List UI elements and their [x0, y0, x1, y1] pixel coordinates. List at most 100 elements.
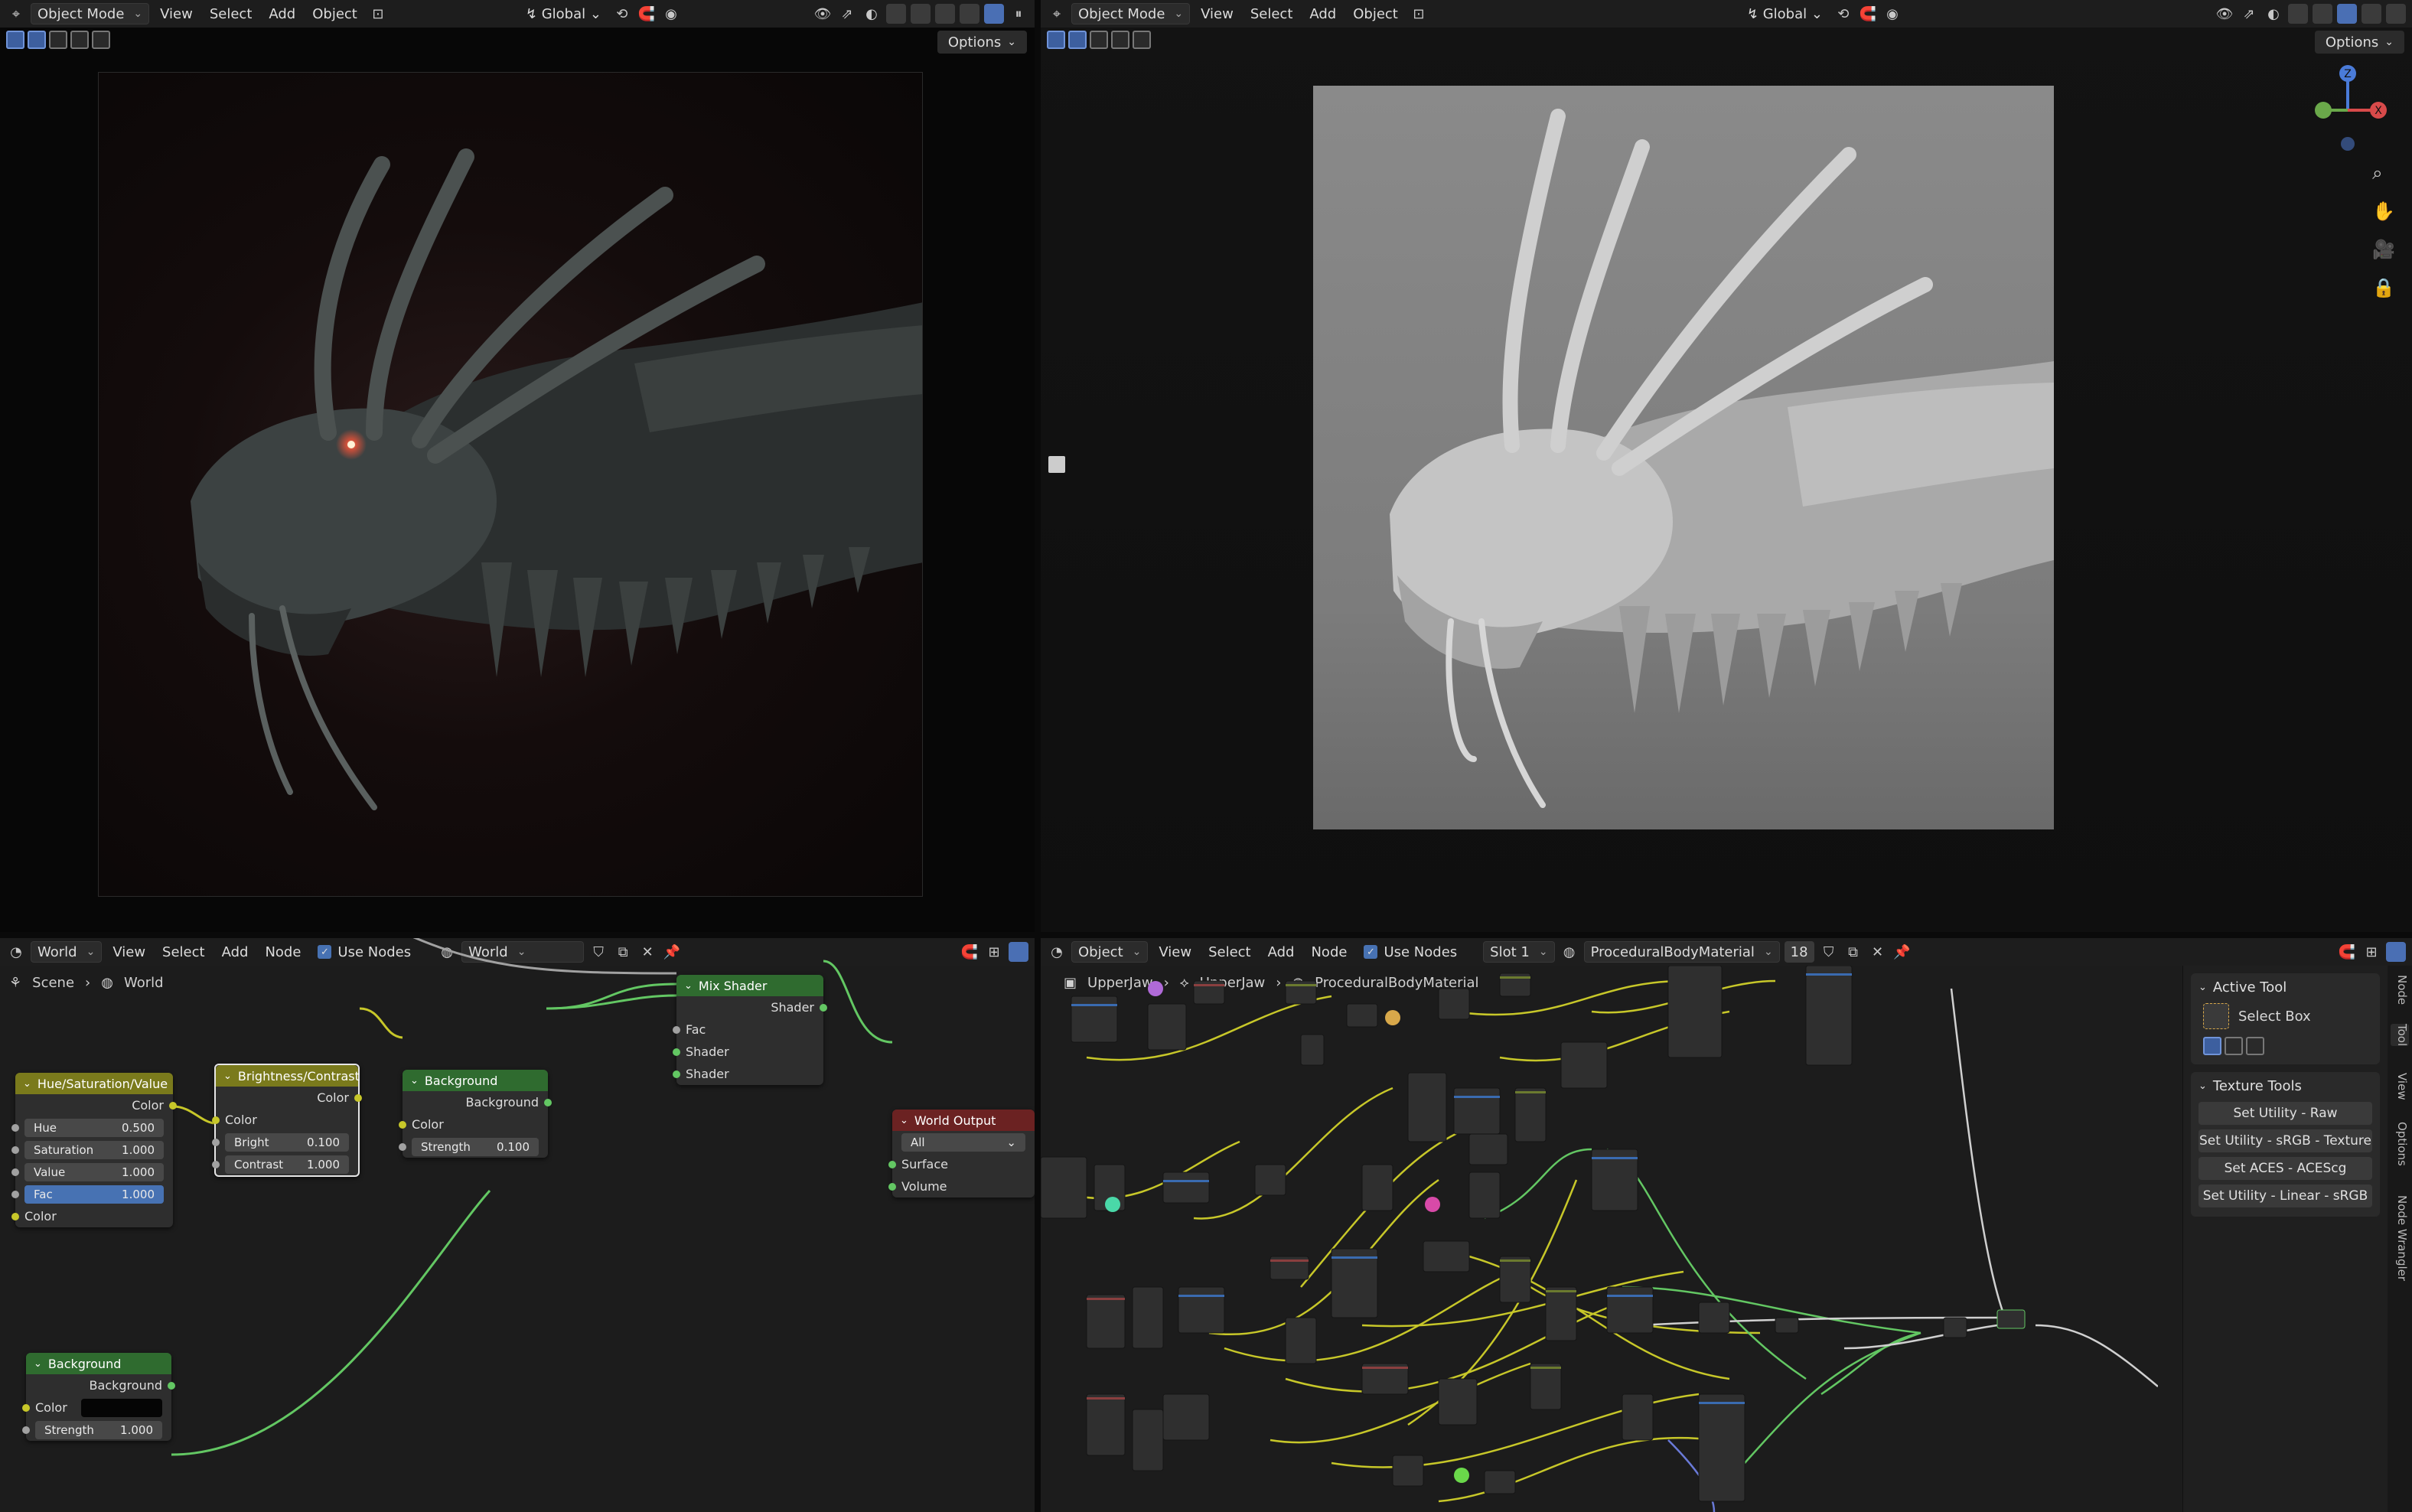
menu-view[interactable]: View [154, 3, 199, 24]
lock-icon[interactable]: 🔒 [2372, 277, 2395, 298]
menu-view[interactable]: View [1152, 941, 1198, 963]
select-tool-button[interactable] [6, 31, 24, 49]
shading-rendered[interactable] [984, 4, 1004, 24]
shader-type-dropdown[interactable]: Object [1071, 941, 1149, 963]
proportional-edit-icon[interactable]: ◉ [661, 4, 681, 24]
bright-field[interactable]: Bright 0.100 [225, 1132, 349, 1152]
world-output-node[interactable]: World Output All ⌄ Surface Volume [888, 1110, 1035, 1198]
object-mode-dropdown[interactable]: Object Mode [1071, 3, 1191, 24]
select-intersect-button[interactable] [1133, 31, 1151, 49]
menu-select[interactable]: Select [204, 3, 259, 24]
select-extend-button[interactable] [2225, 1037, 2243, 1055]
xray-toggle[interactable] [2288, 4, 2308, 24]
transform-orientation-dropdown[interactable]: ↯ Global ⌄ [1741, 3, 1829, 24]
select-subtract-button[interactable] [1111, 31, 1129, 49]
menu-add[interactable]: Add [262, 3, 302, 24]
snap-icon[interactable]: 🧲 [2337, 942, 2357, 962]
select-new-button[interactable] [28, 31, 46, 49]
pan-hand-icon[interactable]: ✋ [2372, 200, 2395, 222]
snapping-icon[interactable]: 🧲 [1858, 4, 1878, 24]
gizmo-icon[interactable]: ⇗ [837, 4, 857, 24]
pivot-icon[interactable]: ⟲ [1833, 4, 1853, 24]
color-swatch[interactable] [81, 1398, 162, 1417]
snap-icon[interactable]: ⊡ [368, 4, 388, 24]
socket-dot[interactable] [22, 1403, 30, 1412]
active-tool-row[interactable]: Select Box [2199, 1003, 2372, 1029]
shading-material[interactable] [2361, 4, 2381, 24]
strength-field[interactable]: Strength 1.000 [35, 1420, 162, 1439]
background-node-2[interactable]: Background Background Color Strength 1.00… [22, 1353, 175, 1441]
socket-dot[interactable] [22, 1426, 30, 1434]
target-dropdown[interactable]: All ⌄ [901, 1132, 1025, 1152]
material-datablock-field[interactable]: ProceduralBodyMaterial [1583, 941, 1780, 963]
menu-object[interactable]: Object [1347, 3, 1404, 24]
overlay-toggle[interactable] [2386, 942, 2406, 962]
tab-node-wrangler[interactable]: Node Wrangler [2391, 1195, 2409, 1281]
navigation-gizmo[interactable]: Z X [2302, 61, 2394, 153]
contrast-field[interactable]: Contrast 1.000 [225, 1155, 349, 1174]
mix-shader-node[interactable]: Mix Shader Shader Fac Shader Shader [673, 975, 827, 1085]
select-intersect-button[interactable] [92, 31, 110, 49]
socket-dot[interactable] [399, 1142, 406, 1151]
socket-dot[interactable] [168, 1381, 175, 1390]
options-dropdown[interactable]: Options [2314, 31, 2404, 54]
slot-dropdown[interactable]: Slot 1 [1483, 941, 1555, 963]
set-utility-raw-button[interactable]: Set Utility - Raw [2199, 1102, 2372, 1125]
camera-frame-icon[interactable] [1048, 456, 1065, 473]
socket-dot[interactable] [11, 1145, 19, 1154]
socket-dot[interactable] [11, 1190, 19, 1198]
gizmo-neg-z-icon[interactable] [2341, 137, 2355, 151]
overlay-icon[interactable]: ◐ [2264, 4, 2283, 24]
overlay-icon[interactable]: ◐ [862, 4, 882, 24]
options-dropdown[interactable]: Options [937, 31, 1027, 54]
socket-dot[interactable] [544, 1098, 552, 1106]
socket-dot[interactable] [673, 1070, 680, 1078]
shading-rendered[interactable] [2386, 4, 2406, 24]
set-utility-srgb-texture-button[interactable]: Set Utility - sRGB - Texture [2199, 1129, 2372, 1152]
socket-dot[interactable] [169, 1101, 177, 1110]
transform-orientation-dropdown[interactable]: ↯ Global ⌄ [520, 3, 608, 24]
tab-options[interactable]: Options [2391, 1122, 2409, 1166]
user-count-badge[interactable]: 18 [1784, 941, 1814, 963]
gizmo-icon[interactable]: ⇗ [2239, 4, 2259, 24]
material-node-editor[interactable]: ◔ Object View Select Add Node ✓ Use Nodes… [1041, 938, 2412, 1512]
strength-field[interactable]: Strength 0.100 [412, 1137, 539, 1156]
menu-view[interactable]: View [1195, 3, 1240, 24]
unlink-icon[interactable]: ✕ [1868, 942, 1888, 962]
menu-add[interactable]: Add [1303, 3, 1342, 24]
hue-field[interactable]: Hue 0.500 [24, 1118, 164, 1137]
fake-user-icon[interactable]: ⛉ [1819, 942, 1839, 962]
use-nodes-checkbox[interactable]: ✓ Use Nodes [1358, 941, 1463, 963]
brightness-contrast-node[interactable]: Brightness/Contrast Color Color Bright 0.… [212, 1064, 362, 1177]
visibility-icon[interactable]: 👁 [813, 4, 833, 24]
active-tool-header[interactable]: Active Tool [2199, 979, 2372, 996]
socket-dot[interactable] [820, 1003, 827, 1012]
xray-toggle[interactable] [886, 4, 906, 24]
gizmo-y-icon[interactable] [2315, 102, 2332, 119]
proportional-edit-icon[interactable]: ◉ [1882, 4, 1902, 24]
right-3d-viewport[interactable]: ⌖ Object Mode View Select Add Object ⊡ ↯… [1041, 0, 2412, 932]
menu-select[interactable]: Select [1244, 3, 1299, 24]
shading-solid[interactable] [935, 4, 955, 24]
select-extend-button[interactable] [49, 31, 67, 49]
socket-dot[interactable] [11, 1123, 19, 1132]
fac-field[interactable]: Fac 1.000 [24, 1185, 164, 1204]
shading-solid[interactable] [2337, 4, 2357, 24]
tab-tool[interactable]: Tool [2391, 1024, 2409, 1047]
snapping-icon[interactable]: 🧲 [637, 4, 657, 24]
select-new-button[interactable] [2203, 1037, 2221, 1055]
left-3d-viewport[interactable]: ⌖ Object Mode View Select Add Object ⊡ ↯… [0, 0, 1035, 932]
select-subtract-button[interactable] [2246, 1037, 2264, 1055]
vertical-area-divider[interactable] [1035, 0, 1041, 1512]
pin-icon[interactable]: 📌 [1892, 942, 1912, 962]
shading-wireframe[interactable] [911, 4, 931, 24]
socket-dot[interactable] [212, 1160, 220, 1168]
pivot-icon[interactable]: ⟲ [612, 4, 632, 24]
background-node[interactable]: Background Background Color Strength 0.10… [399, 1070, 552, 1158]
menu-select[interactable]: Select [1202, 941, 1257, 963]
value-field[interactable]: Value 1.000 [24, 1162, 164, 1181]
socket-dot[interactable] [354, 1093, 362, 1102]
tab-node[interactable]: Node [2391, 975, 2409, 1005]
socket-dot[interactable] [399, 1120, 406, 1129]
editor-type-icon[interactable]: ⌖ [1047, 4, 1067, 24]
